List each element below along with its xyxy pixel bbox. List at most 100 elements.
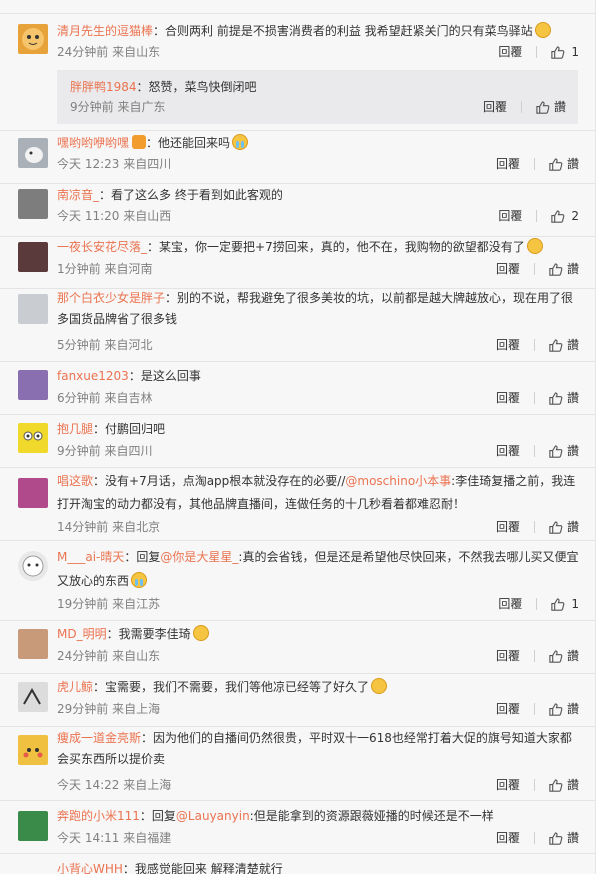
like-label: 讚	[566, 391, 579, 405]
comment-item: M___ai-晴天：回复@你是大星星_:真的会省钱，但是还是希望他尽快回来，不然…	[0, 541, 595, 621]
like-button[interactable]: 讚	[548, 156, 579, 172]
avatar[interactable]	[18, 629, 48, 659]
mention-link[interactable]: @moschino小本事	[345, 474, 451, 488]
vip-badge-icon	[132, 135, 147, 149]
avatar[interactable]	[18, 24, 48, 54]
like-label: 讚	[566, 262, 579, 276]
comment-meta: 5分钟前 来自河北	[57, 338, 153, 352]
like-label: 讚	[566, 649, 579, 663]
like-button[interactable]: 2	[550, 208, 579, 224]
comment-actions: 回覆 2	[498, 208, 579, 224]
divider	[533, 158, 535, 170]
avatar[interactable]	[18, 423, 48, 453]
comment-text: 痩成一道金亮斯：因为他们的自播间仍然很贵，平时双十一618也经常打着大促的旗号知…	[57, 728, 580, 770]
reply-button[interactable]: 回覆	[498, 208, 522, 224]
avatar[interactable]	[18, 551, 48, 581]
username-link[interactable]: 痩成一道金亮斯	[57, 731, 141, 745]
username-link[interactable]: 南凉音_	[57, 188, 99, 202]
username-link[interactable]: fanxue1203	[57, 369, 129, 383]
username-link[interactable]: 一夜长安花尽落_	[57, 240, 147, 254]
like-button[interactable]: 讚	[548, 519, 579, 535]
reply-button[interactable]: 回覆	[496, 701, 520, 717]
like-count: 1	[571, 45, 579, 59]
username-link[interactable]: 嘿哟哟咿哟嘿	[57, 136, 129, 150]
laugh-emoji-icon	[526, 238, 543, 254]
like-button[interactable]: 1	[550, 44, 579, 60]
reply-button[interactable]: 回覆	[496, 777, 520, 793]
comment-meta: 1分钟前 来自河南	[57, 262, 153, 276]
avatar[interactable]	[18, 294, 48, 324]
thumbs-up-icon	[549, 778, 563, 792]
like-label: 讚	[566, 778, 579, 792]
avatar[interactable]	[18, 735, 48, 765]
avatar[interactable]	[18, 682, 48, 712]
comment-body: ：我感觉能回来 解释清楚就行	[122, 862, 283, 874]
comment-text: M___ai-晴天：回复@你是大星星_:真的会省钱，但是还是希望他尽快回来，不然…	[57, 545, 580, 593]
avatar[interactable]	[18, 370, 48, 400]
like-button[interactable]: 讚	[548, 777, 579, 793]
mention-link[interactable]: @你是大星星_	[160, 550, 238, 564]
divider	[533, 445, 535, 457]
username-link[interactable]: 虎儿鲸	[57, 680, 93, 694]
username-link[interactable]: 奔跑的小米111	[57, 809, 140, 823]
divider	[520, 101, 522, 113]
comment-text: 那个白衣少女是胖子：别的不说，帮我避免了很多美妆的坑，以前都是越大牌越放心，现在…	[57, 288, 580, 330]
like-button[interactable]: 讚	[548, 648, 579, 664]
comment-actions: 回覆 1	[498, 44, 579, 60]
divider	[533, 263, 535, 275]
scrollbar[interactable]	[596, 0, 604, 874]
comment-meta: 24分钟前 来自山东	[57, 45, 161, 59]
comment-meta: 6分钟前 来自吉林	[57, 391, 153, 405]
comment-actions: 回覆 讚	[496, 261, 579, 277]
thumbs-up-icon	[549, 157, 563, 171]
like-button[interactable]: 讚	[535, 99, 566, 115]
like-button[interactable]: 1	[550, 596, 579, 612]
like-button[interactable]: 讚	[548, 830, 579, 846]
like-button[interactable]: 讚	[548, 337, 579, 353]
mention-link[interactable]: @Lauyanyin	[176, 809, 250, 823]
username-link[interactable]: 清月先生的逗猫棒	[57, 24, 153, 38]
avatar[interactable]	[18, 811, 48, 841]
comment-item: 那个白衣少女是胖子：别的不说，帮我避免了很多美妆的坑，以前都是越大牌越放心，现在…	[0, 288, 595, 362]
username-link[interactable]: 唱这歌	[57, 474, 93, 488]
like-button[interactable]: 讚	[548, 701, 579, 717]
avatar[interactable]	[18, 138, 48, 168]
thumbs-up-icon	[549, 338, 563, 352]
avatar[interactable]	[18, 242, 48, 272]
divider	[533, 392, 535, 404]
reply-button[interactable]: 回覆	[496, 156, 520, 172]
comment-body: ：看了这么多 终于看到如此客观的	[99, 188, 283, 202]
avatar[interactable]	[18, 189, 48, 219]
avatar[interactable]	[18, 478, 48, 508]
username-link[interactable]: MD_明明	[57, 627, 107, 641]
sub-comment: 胖胖鸭1984：怒赞，菜鸟快倒闭吧 9分钟前 来自广东 回覆 讚	[57, 70, 578, 124]
username-link[interactable]: 胖胖鸭1984	[70, 80, 137, 94]
reply-button[interactable]: 回覆	[496, 443, 520, 459]
reply-button[interactable]: 回覆	[496, 261, 520, 277]
username-link[interactable]: 抱几腿	[57, 422, 93, 436]
reply-button[interactable]: 回覆	[483, 99, 507, 115]
comment-actions: 回覆 讚	[496, 519, 579, 535]
like-button[interactable]: 讚	[548, 443, 579, 459]
reply-button[interactable]: 回覆	[496, 519, 520, 535]
username-link[interactable]: M___ai-晴天	[57, 550, 124, 564]
comment-item: 虎儿鲸：宝需要，我们不需要，我们等他凉已经等了好久了 29分钟前 来自上海 回覆…	[0, 674, 595, 727]
comment-list: 清月先生的逗猫棒：合则两利 前提是不损害消费者的利益 我希望赶紧关门的只有菜鸟驿…	[0, 0, 596, 874]
like-label: 讚	[566, 702, 579, 716]
like-button[interactable]: 讚	[548, 390, 579, 406]
reply-button[interactable]: 回覆	[498, 596, 522, 612]
reply-button[interactable]: 回覆	[496, 648, 520, 664]
thumbs-up-icon	[549, 262, 563, 276]
cry-emoji-icon	[131, 572, 148, 588]
like-button[interactable]: 讚	[548, 261, 579, 277]
reply-button[interactable]: 回覆	[496, 337, 520, 353]
reply-button[interactable]: 回覆	[496, 390, 520, 406]
username-link[interactable]: 那个白衣少女是胖子	[57, 291, 165, 305]
comment-body: ：付鹏回归吧	[93, 422, 166, 436]
username-link[interactable]: 小背心WHH	[57, 862, 123, 874]
divider	[533, 521, 535, 533]
reply-button[interactable]: 回覆	[498, 44, 522, 60]
cry-emoji-icon	[232, 134, 249, 150]
reply-button[interactable]: 回覆	[496, 830, 520, 846]
comment-body-cont: :但是能拿到的资源跟薇娅播的时候还是不一样	[249, 809, 494, 823]
